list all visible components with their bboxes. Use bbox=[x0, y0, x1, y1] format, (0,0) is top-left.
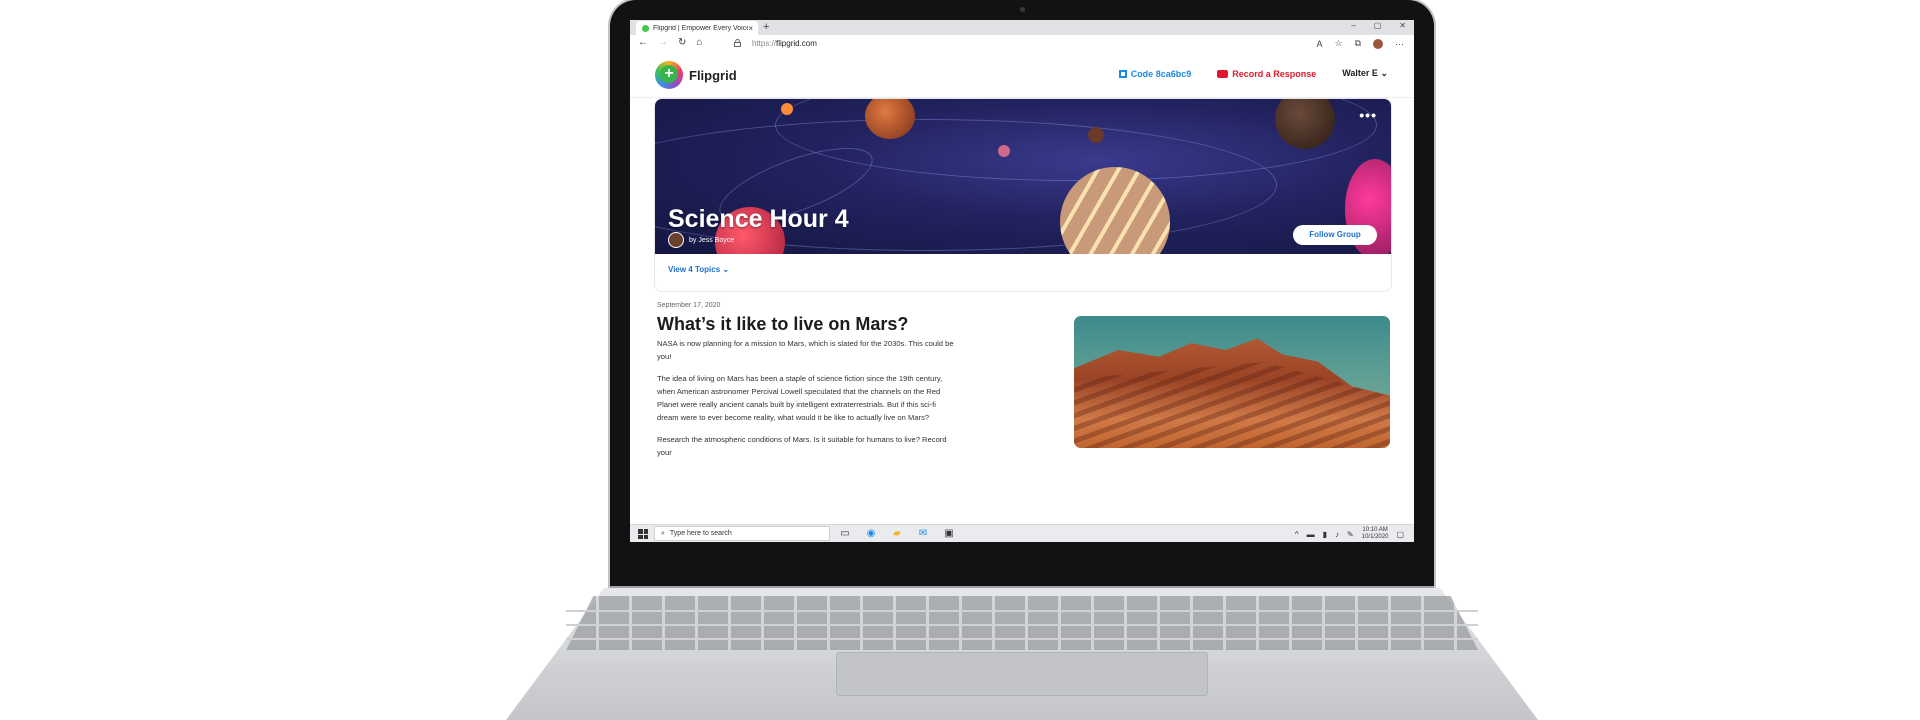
browser-menu-icon[interactable]: ··· bbox=[1395, 39, 1404, 49]
taskbar-clock[interactable]: 10:10 AM 10/1/2020 bbox=[1362, 527, 1389, 541]
join-code-label: Code 8ca6bc9 bbox=[1130, 68, 1192, 79]
profile-avatar[interactable] bbox=[1373, 38, 1383, 49]
clock-date: 10/1/2020 bbox=[1361, 534, 1389, 540]
group-owner: by Jess Boyce bbox=[668, 232, 734, 248]
window-controls: – ▢ ✕ bbox=[1351, 21, 1406, 30]
back-icon[interactable]: ← bbox=[638, 37, 648, 48]
keyboard-row bbox=[566, 638, 1478, 640]
forward-icon[interactable]: → bbox=[658, 37, 668, 48]
address-bar[interactable]: https://flipgrid.com bbox=[752, 39, 817, 48]
collections-icon[interactable]: ⧉ bbox=[1355, 38, 1361, 49]
user-menu[interactable]: Walter E ⌄ bbox=[1342, 68, 1388, 79]
battery-icon[interactable]: ▬ bbox=[1307, 530, 1315, 539]
chevron-down-icon: ⌄ bbox=[1380, 68, 1388, 78]
pen-icon[interactable]: ✎ bbox=[1347, 530, 1354, 539]
system-tray: ^ ▬ ▮ ♪ ✎ 10:10 AM 10/1/2020 ▢ bbox=[1295, 527, 1404, 541]
video-camera-icon bbox=[1217, 69, 1229, 78]
lock-icon bbox=[734, 38, 741, 49]
clock-time: 10:10 AM bbox=[1362, 527, 1388, 533]
show-hidden-icons-icon[interactable]: ^ bbox=[1295, 530, 1299, 539]
group-title: Science Hour 4 bbox=[668, 205, 849, 233]
browser-tabbar: Flipgrid | Empower Every Voice × + – ▢ ✕ bbox=[630, 20, 1414, 35]
new-tab-button[interactable]: + bbox=[763, 21, 769, 33]
taskbar-apps: ▭ ◉ ▰ ✉ ▣ bbox=[838, 527, 956, 541]
browser-toolbar: ← → ↻ ⌂ https://flipgrid.com A ☆ ⧉ ··· bbox=[630, 35, 1414, 54]
file-explorer-icon[interactable]: ▰ bbox=[890, 527, 904, 541]
post-paragraph: NASA is now planning for a mission to Ma… bbox=[657, 339, 954, 361]
windows-taskbar: ⌕ Type here to search ▭ ◉ ▰ ✉ ▣ ^ ▬ ▮ ♪ … bbox=[630, 524, 1414, 542]
group-card: Science Hour 4 by Jess Boyce ••• Follow … bbox=[654, 98, 1392, 292]
more-options-icon[interactable]: ••• bbox=[1359, 107, 1377, 123]
read-aloud-icon[interactable]: A bbox=[1316, 39, 1322, 49]
join-code-button[interactable]: Code 8ca6bc9 bbox=[1118, 68, 1192, 79]
url-protocol: https:// bbox=[752, 39, 777, 48]
post-date: September 17, 2020 bbox=[657, 302, 721, 309]
follow-group-button[interactable]: Follow Group bbox=[1293, 225, 1377, 245]
post-body: NASA is now planning for a mission to Ma… bbox=[657, 337, 957, 468]
taskbar-search[interactable]: ⌕ Type here to search bbox=[654, 526, 830, 541]
tab-close-icon[interactable]: × bbox=[748, 24, 753, 33]
app-header: Flipgrid Code 8ca6bc9 Record a Response … bbox=[630, 53, 1414, 98]
header-actions: Code 8ca6bc9 Record a Response Walter E … bbox=[1118, 68, 1388, 79]
mars-landscape-image bbox=[1074, 316, 1390, 448]
post-paragraph: The idea of living on Mars has been a st… bbox=[657, 374, 943, 422]
record-response-label: Record a Response bbox=[1232, 68, 1317, 79]
url-host: flipgrid.com bbox=[776, 39, 817, 48]
webcam bbox=[1020, 7, 1025, 12]
keyboard-row bbox=[566, 624, 1478, 626]
record-response-button[interactable]: Record a Response bbox=[1217, 69, 1316, 79]
minimize-button[interactable]: – bbox=[1351, 21, 1355, 30]
browser-tab[interactable]: Flipgrid | Empower Every Voice × bbox=[636, 21, 758, 35]
home-icon[interactable]: ⌂ bbox=[696, 37, 702, 48]
store-icon[interactable]: ▣ bbox=[942, 527, 956, 541]
maximize-button[interactable]: ▢ bbox=[1374, 21, 1382, 30]
flipgrid-logo-icon bbox=[655, 61, 683, 89]
windows-start-icon[interactable] bbox=[638, 529, 648, 539]
user-name: Walter E bbox=[1342, 68, 1378, 78]
search-placeholder: Type here to search bbox=[669, 530, 732, 537]
notifications-icon[interactable]: ▢ bbox=[1396, 530, 1404, 539]
nav-buttons: ← → ↻ ⌂ bbox=[638, 37, 702, 48]
refresh-icon[interactable]: ↻ bbox=[678, 37, 686, 48]
avatar bbox=[668, 232, 684, 248]
post-paragraph: Research the atmospheric conditions of M… bbox=[657, 435, 947, 457]
browser-tools: A ☆ ⧉ ··· bbox=[1316, 38, 1404, 49]
flipgrid-favicon-icon bbox=[642, 24, 649, 32]
close-window-button[interactable]: ✕ bbox=[1399, 21, 1406, 30]
keyboard bbox=[566, 596, 1478, 650]
owner-name: by Jess Boyce bbox=[689, 236, 735, 244]
post-title: What’s it like to live on Mars? bbox=[657, 314, 909, 334]
group-banner: Science Hour 4 by Jess Boyce ••• Follow … bbox=[655, 99, 1391, 254]
tab-title: Flipgrid | Empower Every Voice bbox=[653, 24, 749, 32]
flipgrid-logo[interactable]: Flipgrid bbox=[655, 61, 737, 89]
planet-small-pink bbox=[998, 145, 1010, 157]
planet-small-brown bbox=[1088, 127, 1104, 143]
mail-icon[interactable]: ✉ bbox=[916, 527, 930, 541]
keyboard-row bbox=[566, 610, 1478, 612]
task-view-icon[interactable]: ▭ bbox=[838, 527, 852, 541]
laptop-screen: Flipgrid | Empower Every Voice × + – ▢ ✕… bbox=[630, 20, 1414, 542]
network-icon[interactable]: ▮ bbox=[1323, 530, 1327, 539]
search-icon: ⌕ bbox=[661, 529, 665, 537]
view-topics-link[interactable]: View 4 Topics ⌄ bbox=[668, 265, 729, 274]
trackpad bbox=[836, 652, 1208, 696]
volume-icon[interactable]: ♪ bbox=[1335, 530, 1339, 539]
comet bbox=[781, 103, 793, 115]
qr-code-icon bbox=[1118, 69, 1127, 78]
edge-browser-icon[interactable]: ◉ bbox=[864, 527, 878, 541]
logo-text: Flipgrid bbox=[689, 67, 737, 83]
favorite-star-icon[interactable]: ☆ bbox=[1334, 38, 1342, 49]
